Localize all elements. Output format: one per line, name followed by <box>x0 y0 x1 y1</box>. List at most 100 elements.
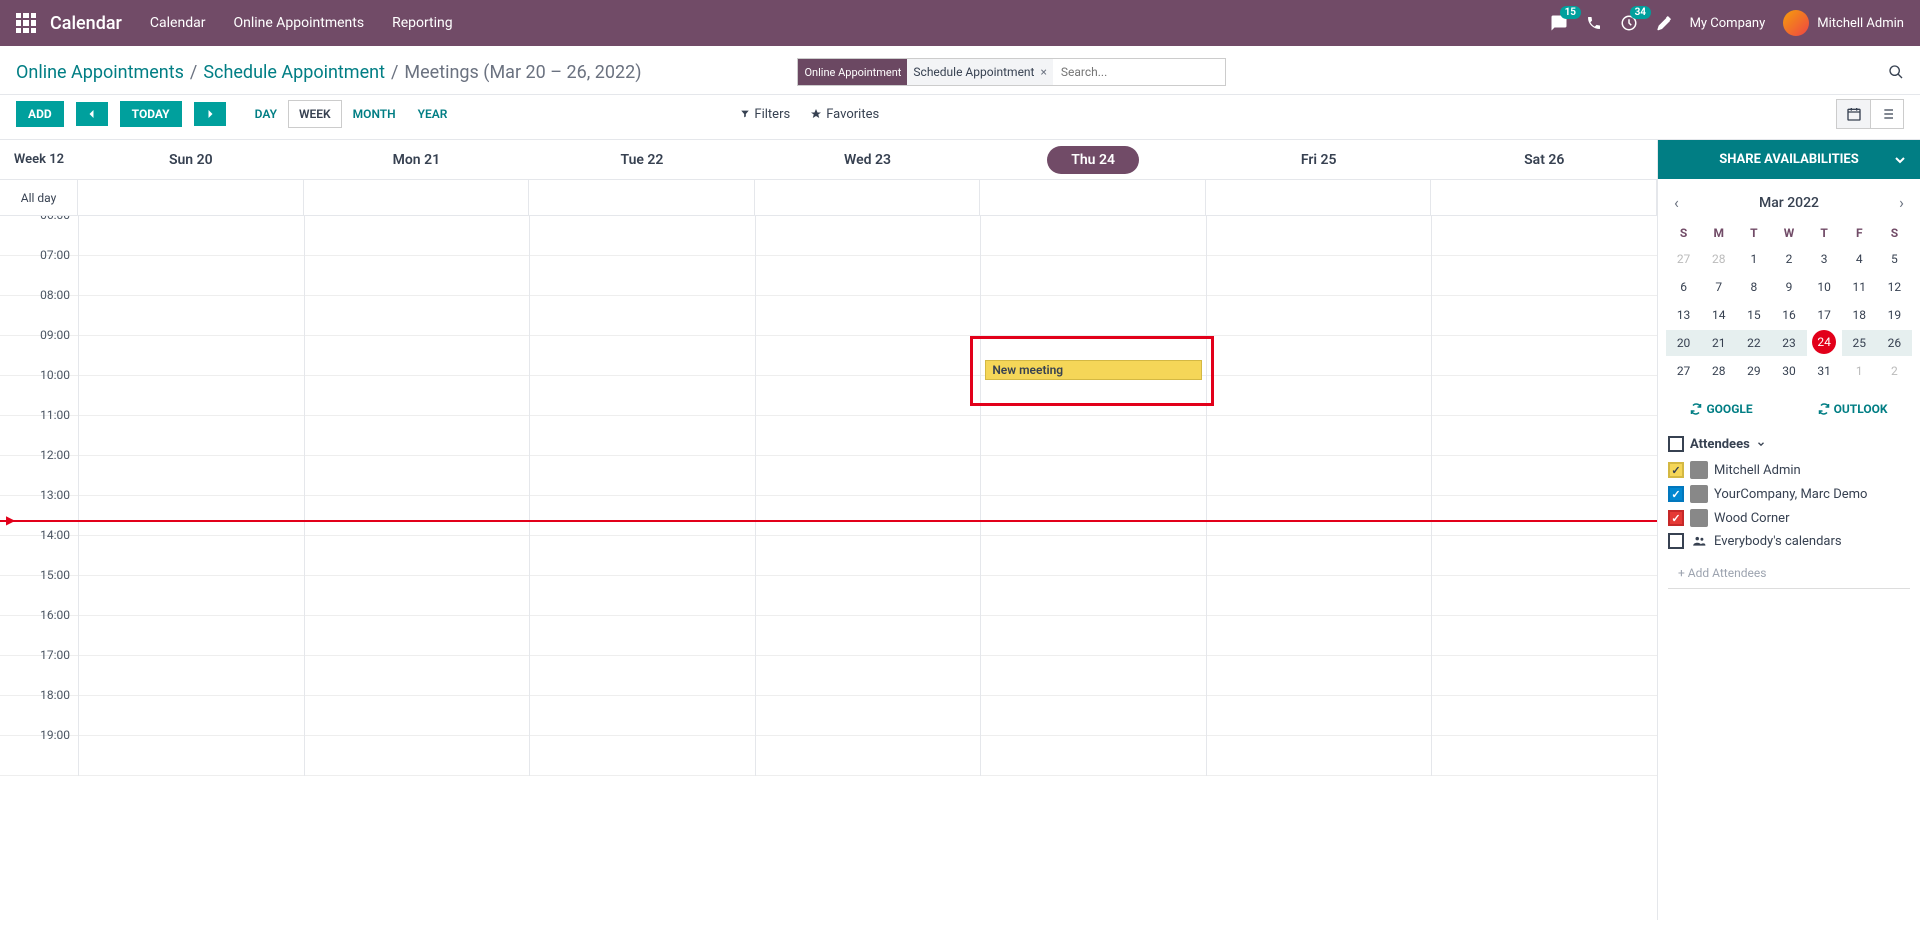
mini-cal-day[interactable]: 10 <box>1807 274 1842 300</box>
mini-cal-day[interactable]: 14 <box>1701 302 1736 328</box>
day-header-wed[interactable]: Wed 23 <box>755 152 981 168</box>
mini-cal-day[interactable]: 6 <box>1666 274 1701 300</box>
allday-cell[interactable] <box>304 180 530 215</box>
mini-cal-day[interactable]: 8 <box>1736 274 1771 300</box>
list-view-icon[interactable] <box>1870 99 1904 129</box>
mini-cal-day[interactable]: 3 <box>1807 246 1842 272</box>
mini-cal-day[interactable]: 28 <box>1701 246 1736 272</box>
messages-icon[interactable]: 15 <box>1550 14 1568 32</box>
calendar-view-icon[interactable] <box>1836 99 1870 129</box>
allday-cell[interactable] <box>1206 180 1432 215</box>
apps-menu-icon[interactable] <box>16 13 36 33</box>
attendee-checkbox[interactable] <box>1668 486 1684 502</box>
mini-cal-day[interactable]: 16 <box>1771 302 1806 328</box>
mini-cal-day[interactable]: 19 <box>1877 302 1912 328</box>
mini-cal-day[interactable]: 31 <box>1807 358 1842 384</box>
mini-cal-day[interactable]: 21 <box>1701 330 1736 356</box>
prev-button[interactable] <box>76 102 108 126</box>
next-button[interactable] <box>194 102 226 126</box>
view-year[interactable]: YEAR <box>407 100 459 128</box>
attendee-item[interactable]: Wood Corner <box>1668 506 1910 530</box>
day-column[interactable] <box>1206 216 1432 776</box>
mini-cal-day[interactable]: 1 <box>1842 358 1877 384</box>
activities-icon[interactable]: 34 <box>1620 14 1638 32</box>
day-header-mon[interactable]: Mon 21 <box>304 152 530 168</box>
attendees-checkbox[interactable] <box>1668 436 1684 452</box>
mini-cal-next[interactable]: › <box>1899 193 1904 212</box>
search-input[interactable] <box>1053 59 1225 85</box>
mini-cal-day[interactable]: 4 <box>1842 246 1877 272</box>
user-menu[interactable]: Mitchell Admin <box>1783 10 1904 36</box>
day-column[interactable]: New meeting <box>980 216 1206 776</box>
mini-cal-day[interactable]: 20 <box>1666 330 1701 356</box>
day-header-sun[interactable]: Sun 20 <box>78 152 304 168</box>
mini-cal-day[interactable]: 11 <box>1842 274 1877 300</box>
favorites-button[interactable]: Favorites <box>810 107 879 122</box>
mini-cal-day[interactable]: 2 <box>1877 358 1912 384</box>
day-column[interactable] <box>755 216 981 776</box>
day-header-tue[interactable]: Tue 22 <box>529 152 755 168</box>
mini-cal-day[interactable]: 12 <box>1877 274 1912 300</box>
attendee-checkbox[interactable] <box>1668 510 1684 526</box>
mini-cal-day[interactable]: 23 <box>1771 330 1806 356</box>
sync-outlook-button[interactable]: OUTLOOK <box>1818 402 1888 416</box>
day-header-thu[interactable]: Thu 24 <box>980 152 1206 168</box>
attendees-header[interactable]: Attendees <box>1668 436 1910 452</box>
attendee-checkbox[interactable] <box>1668 533 1684 549</box>
day-column[interactable] <box>78 216 304 776</box>
allday-cell[interactable] <box>1431 180 1657 215</box>
grid-scroll[interactable]: 06:0007:0008:0009:0010:0011:0012:0013:00… <box>0 216 1657 920</box>
mini-cal-day[interactable]: 18 <box>1842 302 1877 328</box>
day-header-sat[interactable]: Sat 26 <box>1431 152 1657 168</box>
mini-cal-day[interactable]: 7 <box>1701 274 1736 300</box>
breadcrumb-appointments[interactable]: Online Appointments <box>16 62 184 83</box>
allday-cell[interactable] <box>755 180 981 215</box>
breadcrumb-schedule[interactable]: Schedule Appointment <box>203 62 385 83</box>
mini-cal-day[interactable]: 1 <box>1736 246 1771 272</box>
mini-cal-day[interactable]: 24 <box>1812 330 1836 354</box>
search-icon[interactable] <box>1888 64 1904 80</box>
mini-cal-day[interactable]: 28 <box>1701 358 1736 384</box>
add-button[interactable]: ADD <box>16 101 64 127</box>
company-name[interactable]: My Company <box>1690 16 1766 31</box>
mini-cal-day[interactable]: 5 <box>1877 246 1912 272</box>
mini-cal-day[interactable]: 27 <box>1666 358 1701 384</box>
attendee-item[interactable]: Mitchell Admin <box>1668 458 1910 482</box>
today-button[interactable]: TODAY <box>120 101 182 127</box>
sync-google-button[interactable]: GOOGLE <box>1690 402 1752 416</box>
calendar-event[interactable]: New meeting <box>985 360 1202 380</box>
mini-cal-day[interactable]: 13 <box>1666 302 1701 328</box>
add-attendees-input[interactable]: + Add Attendees <box>1668 558 1910 589</box>
mini-cal-day[interactable]: 30 <box>1771 358 1806 384</box>
settings-icon[interactable] <box>1656 15 1672 31</box>
mini-cal-day[interactable]: 9 <box>1771 274 1806 300</box>
day-column[interactable] <box>304 216 530 776</box>
attendee-item[interactable]: Everybody's calendars <box>1668 530 1910 552</box>
nav-online-appointments[interactable]: Online Appointments <box>233 15 364 31</box>
allday-cell[interactable] <box>78 180 304 215</box>
mini-cal-day[interactable]: 22 <box>1736 330 1771 356</box>
mini-cal-day[interactable]: 26 <box>1877 330 1912 356</box>
mini-cal-day[interactable]: 25 <box>1842 330 1877 356</box>
day-column[interactable] <box>529 216 755 776</box>
search-box[interactable]: Online Appointment Schedule Appointment … <box>797 58 1225 86</box>
mini-cal-day[interactable]: 29 <box>1736 358 1771 384</box>
day-column[interactable] <box>1431 216 1657 776</box>
view-day[interactable]: DAY <box>244 100 288 128</box>
mini-cal-day[interactable]: 27 <box>1666 246 1701 272</box>
allday-cell[interactable] <box>980 180 1206 215</box>
attendee-checkbox[interactable] <box>1668 462 1684 478</box>
mini-cal-day[interactable]: 15 <box>1736 302 1771 328</box>
phone-icon[interactable] <box>1586 15 1602 31</box>
mini-cal-prev[interactable]: ‹ <box>1674 193 1679 212</box>
nav-calendar[interactable]: Calendar <box>150 15 206 31</box>
view-week[interactable]: WEEK <box>288 100 342 128</box>
mini-cal-day[interactable]: 2 <box>1771 246 1806 272</box>
nav-reporting[interactable]: Reporting <box>392 15 453 31</box>
view-month[interactable]: MONTH <box>342 100 407 128</box>
mini-cal-day[interactable]: 17 <box>1807 302 1842 328</box>
attendee-item[interactable]: YourCompany, Marc Demo <box>1668 482 1910 506</box>
filters-button[interactable]: Filters <box>740 107 790 122</box>
allday-cell[interactable] <box>529 180 755 215</box>
day-header-fri[interactable]: Fri 25 <box>1206 152 1432 168</box>
